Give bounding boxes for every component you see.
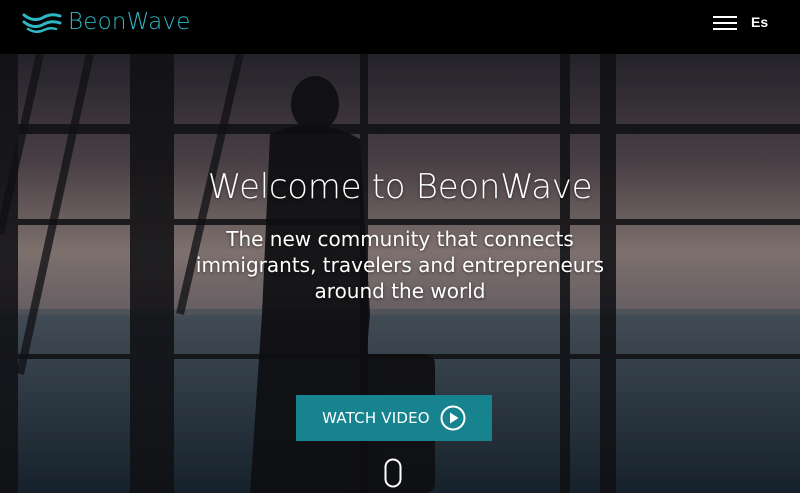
landing-page: BeonWave Es Welcome to BeonWave The new … (0, 0, 800, 493)
top-navbar: BeonWave Es (0, 0, 800, 54)
hero-subtitle-line: immigrants, travelers and entrepreneurs (195, 253, 605, 277)
hero-title: Welcome to BeonWave (207, 167, 593, 207)
brand-name: BeonWave (68, 9, 191, 35)
language-switch-button[interactable]: Es (751, 13, 768, 31)
hero-content: Welcome to BeonWave The new community th… (0, 54, 800, 493)
watch-video-label: WATCH VIDEO (322, 409, 430, 427)
brand-logo[interactable]: BeonWave (22, 8, 191, 36)
scroll-down-mouse-icon[interactable] (384, 458, 402, 488)
play-circle-icon (440, 405, 466, 431)
watch-video-button[interactable]: WATCH VIDEO (296, 395, 492, 441)
hero-section: Welcome to BeonWave The new community th… (0, 54, 800, 493)
hero-subtitle-line: The new community that connects (226, 227, 574, 251)
hero-subtitle: The new community that connects immigran… (150, 226, 650, 304)
hero-subtitle-line: around the world (314, 279, 486, 303)
wave-logo-icon (22, 13, 62, 33)
hamburger-menu-icon[interactable] (713, 14, 737, 32)
